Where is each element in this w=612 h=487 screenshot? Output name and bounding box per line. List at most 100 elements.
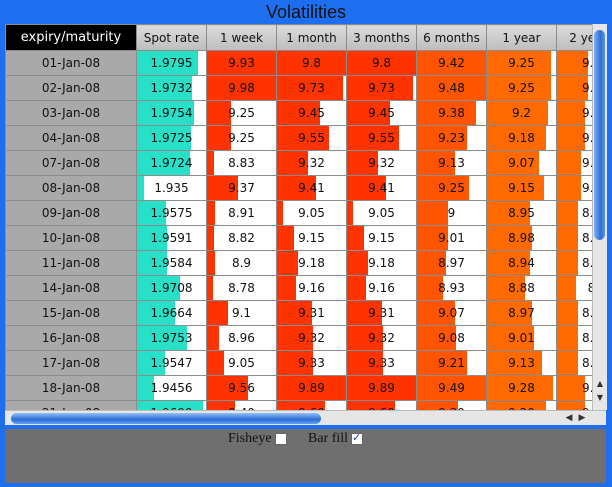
value-cell[interactable]: 9.2 (556, 75, 592, 101)
value-cell[interactable]: 9.07 (486, 150, 557, 176)
value-cell[interactable]: 9.20 (486, 400, 557, 410)
column-header[interactable]: 6 months (416, 24, 487, 51)
table-row[interactable]: 01-Jan-08 1.9795 9.93 9.8 9.8 9.42 9.25 9.2 (5, 50, 592, 76)
value-cell[interactable]: 9.60 (346, 400, 417, 410)
value-cell[interactable]: 9.16 (276, 275, 347, 301)
value-cell[interactable]: 8.83 (206, 150, 277, 176)
table-row[interactable]: 17-Jan-08 1.9547 9.05 9.33 9.33 9.21 9.13 8.9 (5, 350, 592, 376)
value-cell[interactable]: 1.9732 (136, 75, 207, 101)
value-cell[interactable]: 9.25 (206, 100, 277, 126)
value-cell[interactable]: 9.73 (276, 75, 347, 101)
value-cell[interactable]: 9.1 (206, 300, 277, 326)
value-cell[interactable]: 1.9754 (136, 100, 207, 126)
value-cell[interactable]: 9.89 (276, 375, 347, 401)
value-cell[interactable]: 1.9547 (136, 350, 207, 376)
value-cell[interactable]: 9.2 (556, 50, 592, 76)
value-cell[interactable]: 1.9708 (136, 275, 207, 301)
value-cell[interactable]: 8.9 (206, 250, 277, 276)
table-row[interactable]: 08-Jan-08 1.935 9.37 9.41 9.41 9.25 9.15 9.0 (5, 175, 592, 201)
value-cell[interactable]: 9.18 (346, 250, 417, 276)
table-row[interactable]: 07-Jan-08 1.9724 8.83 9.32 9.32 9.13 9.07 9.0 (5, 150, 592, 176)
value-cell[interactable]: 9.31 (346, 300, 417, 326)
value-cell[interactable]: 9.13 (486, 350, 557, 376)
value-cell[interactable]: 9.23 (416, 125, 487, 151)
value-cell[interactable]: 9.32 (276, 150, 347, 176)
horizontal-scrollbar[interactable]: ◀ ▶ (5, 410, 606, 425)
value-cell[interactable]: 9.15 (276, 225, 347, 251)
scroll-right-icon[interactable]: ▶ (576, 412, 588, 424)
value-cell[interactable]: 9.40 (206, 400, 277, 410)
value-cell[interactable]: 9.15 (486, 175, 557, 201)
value-cell[interactable]: 9.13 (416, 150, 487, 176)
table-row[interactable]: 15-Jan-08 1.9664 9.1 9.31 9.31 9.07 8.97 8.9 (5, 300, 592, 326)
value-cell[interactable]: 9.05 (346, 200, 417, 226)
value-cell[interactable]: 8.95 (486, 200, 557, 226)
value-cell[interactable]: 8.78 (206, 275, 277, 301)
value-cell[interactable]: 9.15 (346, 225, 417, 251)
value-cell[interactable]: 9.07 (416, 300, 487, 326)
value-cell[interactable]: 9.2 (486, 100, 557, 126)
barfill-control[interactable]: Bar fill (308, 431, 364, 447)
table-row[interactable]: 10-Jan-08 1.9591 8.82 9.15 9.15 9.01 8.98 8.9 (5, 225, 592, 251)
value-cell[interactable]: 1.9753 (136, 325, 207, 351)
value-cell[interactable]: 9.1 (556, 100, 592, 126)
value-cell[interactable]: 9.16 (346, 275, 417, 301)
value-cell[interactable]: 9.89 (346, 375, 417, 401)
table-row[interactable]: 18-Jan-08 1.9456 9.56 9.89 9.89 9.49 9.28 9.1 (5, 375, 592, 401)
vertical-scroll-thumb[interactable] (594, 30, 605, 240)
value-cell[interactable]: 9.21 (416, 350, 487, 376)
scroll-up-icon[interactable]: ▲ (594, 378, 606, 389)
value-cell[interactable]: 9.25 (486, 75, 557, 101)
value-cell[interactable]: 1.9724 (136, 150, 207, 176)
value-cell[interactable]: 9.41 (346, 175, 417, 201)
value-cell[interactable]: 1.9575 (136, 200, 207, 226)
scroll-down-icon[interactable]: ▼ (594, 392, 606, 403)
column-header[interactable]: 3 months (346, 24, 417, 51)
value-cell[interactable]: 9.56 (206, 375, 277, 401)
value-cell[interactable]: 9.0 (556, 400, 592, 410)
value-cell[interactable]: 8.88 (486, 275, 557, 301)
value-cell[interactable]: 9.25 (206, 125, 277, 151)
value-cell[interactable]: 9.55 (276, 125, 347, 151)
value-cell[interactable]: 9.01 (416, 225, 487, 251)
value-cell[interactable]: 8.91 (206, 200, 277, 226)
value-cell[interactable]: 9.31 (276, 300, 347, 326)
value-cell[interactable]: 8.9 (556, 350, 592, 376)
value-cell[interactable]: 9.1 (556, 375, 592, 401)
value-cell[interactable]: 9.55 (346, 125, 417, 151)
value-cell[interactable]: 9.41 (276, 175, 347, 201)
value-cell[interactable]: 9.42 (416, 50, 487, 76)
value-cell[interactable]: 8.93 (416, 275, 487, 301)
column-header[interactable]: Spot rate (136, 24, 207, 51)
value-cell[interactable]: 9.37 (206, 175, 277, 201)
value-cell[interactable]: 8.9 (556, 300, 592, 326)
value-cell[interactable]: 9.73 (346, 75, 417, 101)
fisheye-control[interactable]: Fisheye (228, 431, 287, 447)
value-cell[interactable]: 8.9 (556, 325, 592, 351)
value-cell[interactable]: 1.9795 (136, 50, 207, 76)
value-cell[interactable]: 9.25 (486, 50, 557, 76)
table-row[interactable]: 11-Jan-08 1.9584 8.9 9.18 9.18 8.97 8.94 8.9 (5, 250, 592, 276)
vertical-scrollbar[interactable]: ▲ ▼ (592, 24, 607, 410)
value-cell[interactable]: 9.32 (346, 150, 417, 176)
value-cell[interactable]: 8.96 (206, 325, 277, 351)
volatility-grid[interactable]: expiry/maturity Spot rate 1 week 1 month 3 … (5, 24, 592, 410)
value-cell[interactable]: 9.45 (276, 100, 347, 126)
value-cell[interactable]: 8.9 (556, 200, 592, 226)
value-cell[interactable]: 9.0 (556, 150, 592, 176)
value-cell[interactable]: 9 (416, 200, 487, 226)
table-row[interactable]: 04-Jan-08 1.9725 9.25 9.55 9.55 9.23 9.18 9.1 (5, 125, 592, 151)
value-cell[interactable]: 1.9591 (136, 225, 207, 251)
value-cell[interactable]: 9.98 (206, 75, 277, 101)
table-row[interactable]: 16-Jan-08 1.9753 8.96 9.32 9.32 9.08 9.01 8.9 (5, 325, 592, 351)
column-header[interactable]: 1 year (486, 24, 557, 51)
value-cell[interactable]: 9.49 (416, 375, 487, 401)
value-cell[interactable]: 9.32 (276, 325, 347, 351)
value-cell[interactable]: 9.60 (276, 400, 347, 410)
value-cell[interactable]: 8.98 (486, 225, 557, 251)
value-cell[interactable]: 8.97 (486, 300, 557, 326)
value-cell[interactable]: 8.97 (416, 250, 487, 276)
column-header[interactable]: 2 years (556, 24, 592, 51)
table-row[interactable]: 09-Jan-08 1.9575 8.91 9.05 9.05 9 8.95 8.9 (5, 200, 592, 226)
value-cell[interactable]: 9.8 (346, 50, 417, 76)
